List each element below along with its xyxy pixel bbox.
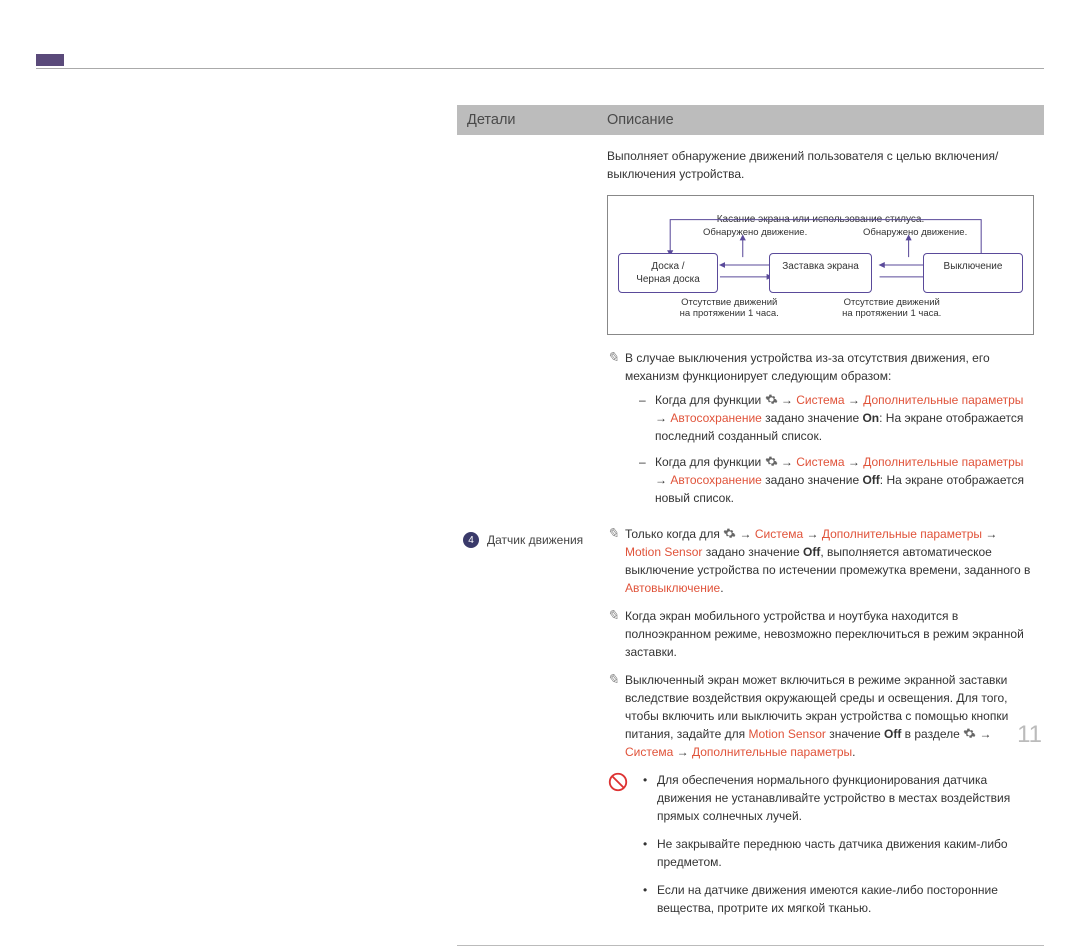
list-item: Когда для функции → Система → Дополнител… [643,391,1034,445]
diagram-box-off: Выключение [923,253,1023,293]
number-badge: 4 [463,532,479,548]
pencil-icon: ✎ [607,671,625,761]
warning-item: Не закрывайте переднюю часть датчика дви… [653,835,1034,871]
prohibit-icon [607,771,631,795]
table-header: Детали Описание [457,105,1044,135]
th-details: Детали [457,112,597,128]
header-rule [36,68,1044,69]
no-motion-label-1: Отсутствие движений на протяжении 1 часа… [680,297,779,320]
note-3: ✎ Когда экран мобильного устройства и но… [607,607,1034,661]
warning-item: Если на датчике движения имеются какие-л… [653,881,1034,917]
diagram-box-screensaver: Заставка экрана [769,253,872,293]
note-4: ✎ Выключенный экран может включиться в р… [607,671,1034,761]
header-accent [36,54,64,66]
pencil-icon: ✎ [607,607,625,661]
gear-icon [723,527,736,540]
no-motion-label-2: Отсутствие движений на протяжении 1 часа… [842,297,941,320]
gear-icon [765,455,778,468]
detected-label-1: Обнаружено движение. [703,228,807,238]
gear-icon [765,393,778,406]
diagram-top-label: Касание экрана или использование стилуса… [618,212,1023,227]
table-row: 4 Датчик движения Выполняет обнаружение … [457,135,1044,946]
row-label: 4 Датчик движения [457,135,597,945]
row-label-text: Датчик движения [487,533,583,547]
main-content: Детали Описание 4 Датчик движения Выполн… [457,105,1044,723]
diagram-box-board: Доска / Черная доска [618,253,718,293]
gear-icon [963,727,976,740]
note-1: ✎ В случае выключения устройства из-за о… [607,349,1034,515]
state-diagram: Касание экрана или использование стилуса… [607,195,1034,335]
pencil-icon: ✎ [607,349,625,515]
page-number: 11 [1017,721,1042,749]
warning-item: Для обеспечения нормального функциониров… [653,771,1034,825]
list-item: Когда для функции → Система → Дополнител… [643,453,1034,507]
intro-text: Выполняет обнаружение движений пользоват… [607,147,1034,183]
detected-label-2: Обнаружено движение. [863,228,967,238]
note-2: ✎ Только когда для → Система → Дополните… [607,525,1034,597]
warning-block: Для обеспечения нормального функциониров… [607,771,1034,927]
row-description: Выполняет обнаружение движений пользоват… [597,135,1044,945]
pencil-icon: ✎ [607,525,625,597]
th-description: Описание [597,112,1044,128]
